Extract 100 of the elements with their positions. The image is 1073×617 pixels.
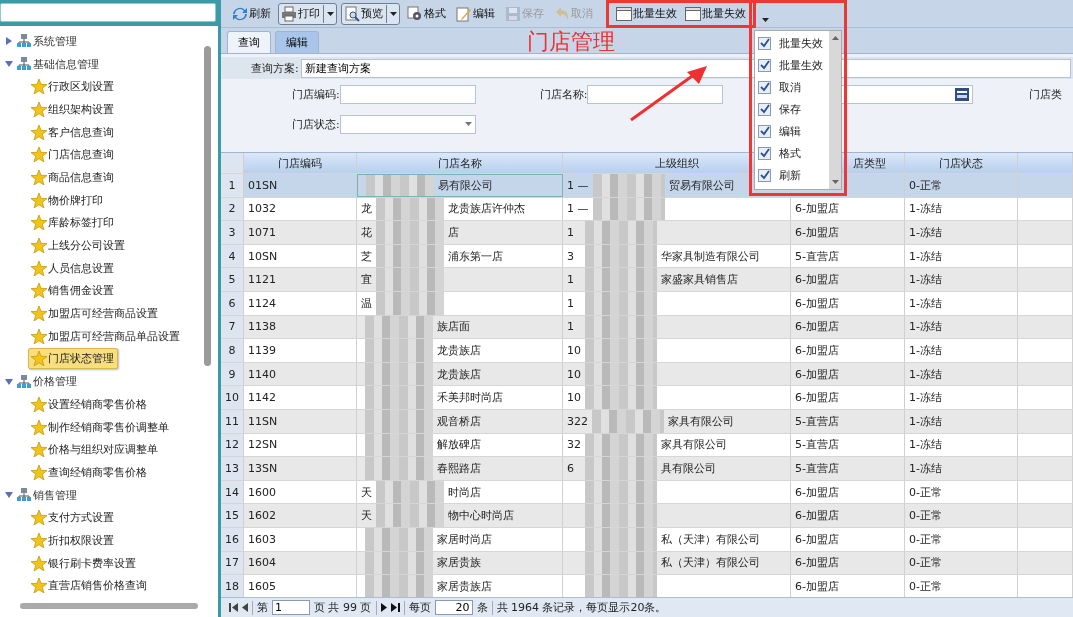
caret-icon[interactable] [762, 17, 769, 22]
table-cell: 6-加盟店 [791, 551, 905, 575]
tree-item[interactable]: 制作经销商零售价调整单 [28, 416, 173, 438]
table-cell: 家居贵族店 [437, 578, 492, 594]
tree-group-label[interactable]: 系统管理 [33, 33, 77, 49]
input-field[interactable] [339, 84, 476, 104]
checkbox[interactable] [758, 102, 771, 116]
expand-icon[interactable] [5, 37, 13, 46]
tree-item[interactable]: 物价牌打印 [28, 189, 107, 211]
menu-item[interactable]: 批量失效 [755, 32, 829, 54]
table-row[interactable]: 13 13SN 春熙路店 6 具有限公司 5-直营店 1-冻结 [221, 457, 1073, 481]
table-row[interactable]: 6 1124 温 1 6-加盟店 1-冻结 [221, 291, 1073, 316]
tree-item[interactable]: 银行刷卡费率设置 [28, 552, 140, 574]
table-row[interactable]: 15 1602 天 物中心时尚店 6-加盟店 0-正常 [221, 504, 1073, 528]
toolbar-button[interactable]: 批量失效 [682, 3, 749, 25]
page-input[interactable]: 1 [272, 600, 310, 615]
table-cell: 春熙路店 [437, 460, 481, 476]
collapse-icon[interactable] [5, 377, 13, 386]
table-row[interactable]: 17 1604 家居贵族 私（天津）有限公司 6-加盟店 0-正常 [221, 551, 1073, 576]
table-cell: 龙贵族店 [437, 366, 481, 382]
collapse-icon[interactable] [5, 60, 13, 69]
checkbox[interactable] [758, 168, 771, 182]
tree-group-label[interactable]: 销售管理 [33, 487, 77, 503]
tree-item[interactable]: 组织架构设置 [28, 98, 118, 120]
checkbox[interactable] [758, 58, 771, 72]
table-row[interactable]: 9 1140 龙贵族店 10 6-加盟店 1-冻结 [221, 362, 1073, 387]
toolbar-button[interactable]: 批量生效 [613, 3, 680, 25]
field-label: 门店名称: [539, 86, 588, 102]
table-row[interactable]: 7 1138 族店面 1 6-加盟店 1-冻结 [221, 315, 1073, 340]
tree-item[interactable]: 销售佣金设置 [28, 280, 118, 302]
checkbox[interactable] [758, 36, 771, 50]
table-cell: 族店面 [437, 319, 470, 335]
tree-item[interactable]: 人员信息设置 [28, 257, 118, 279]
scroll-down-icon[interactable] [831, 180, 839, 184]
checkbox[interactable] [758, 80, 771, 94]
star-icon [31, 147, 47, 163]
blur-patch [376, 244, 444, 268]
column-header[interactable]: 门店名称 [357, 153, 563, 173]
last-page-icon[interactable] [390, 603, 400, 612]
column-header[interactable]: 门店编码 [244, 153, 357, 173]
table-cell: 0-正常 [905, 504, 1018, 527]
previous-page-icon[interactable] [242, 603, 248, 612]
table-row[interactable]: 5 1121 宜 1 家盛家具销售店 6-加盟店 1-冻结 [221, 268, 1073, 292]
table-row[interactable]: 3 1071 花 店 1 6-加盟店 1-冻结 [221, 221, 1073, 245]
tree-item[interactable]: 门店状态管理 [28, 348, 118, 370]
input-field[interactable] [587, 84, 724, 104]
column-header[interactable]: 门店状态 [905, 153, 1018, 173]
tree-item[interactable]: 折扣权限设置 [28, 529, 118, 551]
toolbar-button[interactable]: 编辑 [453, 2, 498, 25]
tree-item[interactable]: 直营店销售价格查询 [28, 575, 151, 597]
table-cell: 私（天津）有限公司 [661, 555, 760, 571]
tree-item[interactable]: 客户信息查询 [28, 121, 118, 143]
menu-item-label: 编辑 [779, 123, 801, 139]
tree-item[interactable]: 加盟店可经营商品设置 [28, 303, 162, 325]
table-cell: 家居时尚店 [437, 531, 492, 547]
scrollbar[interactable] [829, 31, 841, 189]
tree-item[interactable]: 行政区划设置 [28, 76, 118, 98]
tree-group-label[interactable]: 价格管理 [33, 374, 77, 390]
table-row[interactable]: 10 1142 禾美邦时尚店 10 6-加盟店 1-冻结 [221, 386, 1073, 410]
tree-item[interactable]: 商品信息查询 [28, 166, 118, 188]
tree-group-label[interactable]: 基础信息管理 [33, 56, 99, 72]
page-size-input[interactable]: 20 [434, 600, 473, 615]
table-row[interactable]: 8 1139 龙贵族店 10 6-加盟店 1-冻结 [221, 339, 1073, 363]
tab[interactable]: 查询 [227, 31, 271, 53]
toolbar-button[interactable]: 预览 [341, 2, 400, 25]
checkbox[interactable] [758, 146, 771, 160]
tree-item[interactable]: 上线分公司设置 [28, 235, 129, 257]
collapse-icon[interactable] [5, 491, 13, 500]
toolbar-button[interactable]: 打印 [278, 2, 337, 25]
menu-item[interactable]: 取消 [755, 76, 829, 98]
toolbar-button[interactable]: 格式 [404, 2, 449, 25]
tree-item[interactable]: 设置经销商零售价格 [28, 393, 151, 415]
field-label: 门店类 [1029, 86, 1063, 102]
tree-item[interactable]: 门店信息查询 [28, 144, 118, 166]
menu-item[interactable]: 保存 [755, 98, 829, 120]
scroll-up-icon[interactable] [831, 36, 839, 40]
tree-item[interactable]: 加盟店可经营商品单品设置 [28, 325, 184, 347]
table-cell: 花 [361, 225, 372, 240]
table-row[interactable]: 16 1603 家居时尚店 私（天津）有限公司 6-加盟店 0-正常 [221, 527, 1073, 552]
first-page-icon[interactable] [229, 603, 238, 612]
toolbar-button[interactable]: 刷新 [229, 2, 274, 25]
menu-item[interactable]: 编辑 [755, 120, 829, 142]
table-cell: 1140 [244, 362, 357, 386]
printer-icon [281, 5, 297, 22]
table-cell: 01SN [244, 174, 357, 197]
checkbox[interactable] [758, 124, 771, 138]
table-cell: 1071 [244, 221, 357, 244]
tab[interactable]: 编辑 [275, 31, 319, 53]
tree-item[interactable]: 支付方式设置 [28, 507, 118, 529]
table-cell: 5-直营店 [791, 433, 905, 457]
table-cell: 家居贵族 [437, 555, 481, 571]
tree-item[interactable]: 库龄标签打印 [28, 212, 118, 234]
tree-item[interactable]: 查询经销商零售价格 [28, 461, 151, 483]
next-page-icon[interactable] [380, 603, 387, 612]
table-cell: 1-冻结 [905, 362, 1018, 386]
table-cell: 1-冻结 [905, 339, 1018, 362]
blur-patch [365, 362, 433, 386]
blur-patch [376, 504, 444, 527]
tree-item[interactable]: 价格与组织对应调整单 [28, 439, 162, 461]
table-row[interactable]: 11 11SN 观音桥店 322 家具有限公司 5-直营店 1-冻结 [221, 409, 1073, 434]
